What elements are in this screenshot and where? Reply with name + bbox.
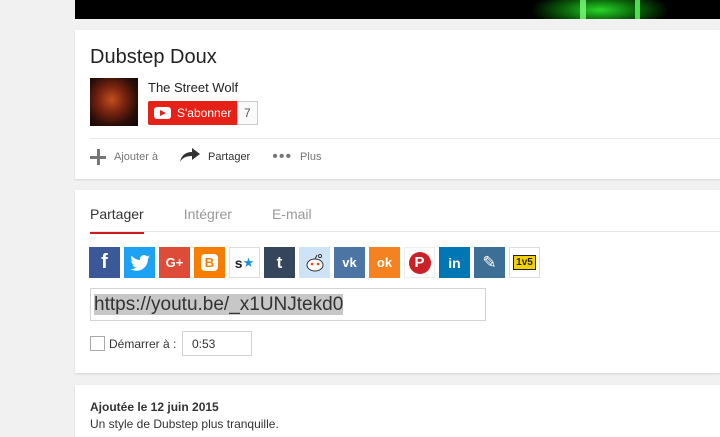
publish-date: Ajoutée le 12 juin 2015: [90, 400, 219, 414]
description-text: Un style de Dubstep plus tranquille.: [90, 417, 279, 431]
facebook-icon[interactable]: f: [89, 247, 120, 278]
divider: [90, 231, 720, 232]
plus-icon: [90, 148, 106, 165]
share-panel: Partager Intégrer E-mail f G+ B s ★ t vk …: [75, 190, 720, 373]
twitter-icon[interactable]: [124, 247, 155, 278]
add-to-label: Ajouter à: [114, 150, 159, 163]
divider: [90, 138, 720, 139]
start-at-checkbox[interactable]: [90, 336, 105, 351]
share-url-field[interactable]: https://youtu.be/_x1UNJtekd0: [90, 288, 486, 321]
reddit-icon[interactable]: [299, 247, 330, 278]
google-plus-icon[interactable]: G+: [159, 247, 190, 278]
video-info-card: Dubstep Doux The Street Wolf S'abonner 7…: [75, 30, 720, 179]
subscribe-label: S'abonner: [177, 106, 232, 120]
more-button[interactable]: ••• Plus: [272, 147, 322, 165]
stumbleupon-icon[interactable]: s ★: [229, 247, 260, 278]
video-frame-glow: [530, 0, 670, 19]
tab-email[interactable]: E-mail: [272, 206, 312, 234]
video-player[interactable]: [75, 0, 720, 19]
share-arrow-icon: [180, 148, 201, 165]
start-time-input[interactable]: 0:53: [182, 331, 252, 356]
share-button[interactable]: Partager: [180, 148, 250, 165]
action-bar: Ajouter à Partager ••• Plus: [90, 148, 343, 165]
blogger-icon[interactable]: B: [194, 247, 225, 278]
tab-embed[interactable]: Intégrer: [184, 206, 232, 234]
tumblr-icon[interactable]: t: [264, 247, 295, 278]
pinterest-icon[interactable]: P: [404, 247, 435, 278]
vk-icon[interactable]: vk: [334, 247, 365, 278]
video-title: Dubstep Doux: [90, 46, 217, 68]
share-tabs: Partager Intégrer E-mail: [90, 206, 352, 234]
tab-share[interactable]: Partager: [90, 206, 144, 234]
video-frame-light: [635, 0, 640, 19]
1v5-icon[interactable]: 1v5: [509, 247, 540, 278]
subscribe-button[interactable]: S'abonner: [148, 101, 240, 125]
odnoklassniki-icon[interactable]: ok: [369, 247, 400, 278]
subscriber-count: 7: [237, 101, 258, 125]
channel-name[interactable]: The Street Wolf: [148, 80, 238, 95]
add-to-button[interactable]: Ajouter à: [90, 148, 159, 165]
more-dots-icon: •••: [272, 147, 293, 165]
share-url-text: https://youtu.be/_x1UNJtekd0: [94, 294, 344, 315]
description-card: Ajoutée le 12 juin 2015 Un style de Dubs…: [75, 385, 720, 437]
linkedin-icon[interactable]: in: [439, 247, 470, 278]
channel-avatar[interactable]: [90, 78, 138, 126]
livejournal-icon[interactable]: ✎: [474, 247, 505, 278]
video-frame-light: [580, 0, 586, 19]
social-share-icons: f G+ B s ★ t vk ok P in ✎ 1v5: [89, 247, 544, 278]
share-label: Partager: [208, 150, 251, 163]
more-label: Plus: [300, 150, 322, 163]
start-at-label: Démarrer à :: [109, 337, 177, 351]
youtube-logo-icon: [154, 107, 171, 119]
